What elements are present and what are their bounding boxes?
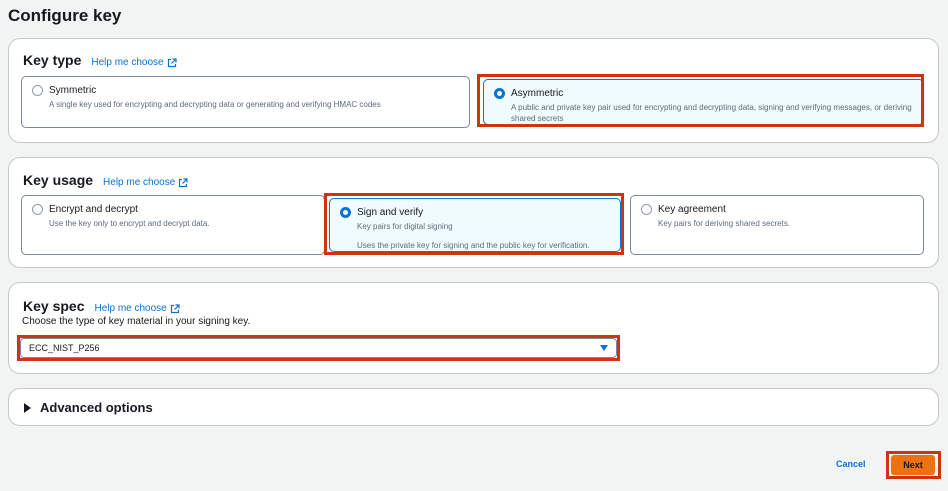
next-button[interactable]: Next (891, 455, 935, 475)
external-link-icon (170, 303, 180, 313)
key-spec-help-link[interactable]: Help me choose (94, 303, 180, 314)
option-label: Key agreement (658, 204, 726, 215)
caret-down-icon (600, 345, 608, 351)
option-description: Key pairs for deriving shared secrets. (658, 219, 791, 228)
option-label: Symmetric (49, 85, 97, 96)
key-type-help-link[interactable]: Help me choose (91, 57, 177, 68)
option-description: Key pairs for digital signing (357, 222, 453, 231)
option-label: Asymmetric (511, 88, 564, 99)
key-usage-help-link[interactable]: Help me choose (103, 177, 188, 188)
cancel-button[interactable]: Cancel (836, 459, 866, 469)
option-description: A public and private key pair used for e… (511, 103, 912, 123)
key-spec-panel: Key spec Help me choose (8, 282, 939, 374)
key-usage-option-encrypt-decrypt[interactable]: Encrypt and decrypt Use the key only to … (21, 195, 325, 255)
option-description: Use the key only to encrypt and decrypt … (49, 219, 210, 228)
advanced-options-label: Advanced options (40, 400, 153, 415)
advanced-options-toggle[interactable]: Advanced options (24, 400, 153, 415)
external-link-icon (167, 57, 177, 67)
help-link-label: Help me choose (103, 177, 176, 188)
key-type-option-asymmetric[interactable]: Asymmetric A public and private key pair… (483, 79, 924, 125)
help-link-label: Help me choose (91, 57, 164, 68)
option-label: Sign and verify (357, 207, 424, 218)
radio-key-agreement[interactable] (641, 204, 652, 215)
radio-asymmetric[interactable] (494, 88, 505, 99)
key-usage-title: Key usage (23, 172, 94, 188)
radio-sign-verify[interactable] (340, 207, 351, 218)
page-title: Configure key (8, 6, 122, 25)
external-link-icon (179, 177, 188, 187)
key-type-option-symmetric[interactable]: Symmetric A single key used for encrypti… (21, 76, 470, 128)
key-type-panel: Key type Help me choose Symmetric A sing… (8, 38, 939, 143)
key-spec-title: Key spec (23, 298, 85, 314)
help-link-label: Help me choose (94, 303, 167, 314)
key-spec-description: Choose the type of key material in your … (22, 316, 251, 327)
expand-triangle-icon (24, 402, 31, 413)
radio-symmetric[interactable] (32, 85, 43, 96)
option-description: A single key used for encrypting and dec… (49, 100, 381, 109)
option-label: Encrypt and decrypt (49, 204, 138, 215)
key-spec-selected-value: ECC_NIST_P256 (29, 343, 100, 353)
key-usage-panel: Key usage Help me choose Encrypt and dec… (8, 157, 939, 268)
key-usage-option-sign-verify[interactable]: Sign and verify Key pairs for digital si… (329, 198, 621, 252)
radio-encrypt-decrypt[interactable] (32, 204, 43, 215)
key-spec-select[interactable]: ECC_NIST_P256 (20, 338, 617, 358)
key-type-title: Key type (23, 52, 82, 68)
key-usage-option-key-agreement[interactable]: Key agreement Key pairs for deriving sha… (630, 195, 924, 255)
option-extra-description: Uses the private key for signing and the… (357, 241, 590, 250)
